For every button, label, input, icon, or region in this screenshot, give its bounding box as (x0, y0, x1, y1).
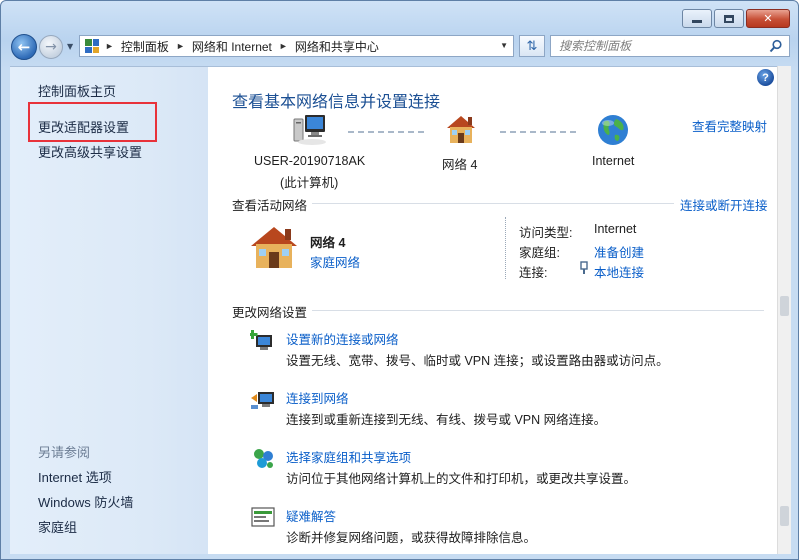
setup-connection-link[interactable]: 设置新的连接或网络 (286, 329, 399, 348)
chevron-right-icon: ► (105, 41, 114, 51)
chevron-right-icon: ► (278, 41, 288, 51)
house-icon (251, 227, 297, 268)
page-title: 查看基本网络信息并设置连接 (232, 94, 441, 111)
troubleshoot-link[interactable]: 疑难解答 (286, 506, 336, 525)
view-full-map-link[interactable]: 查看完整映射 (692, 116, 767, 135)
homegroup-sharing-desc: 访问位于其他网络计算机上的文件和打印机，或更改共享设置。 (286, 472, 637, 486)
active-network-name: 网络 4 (310, 236, 346, 250)
connect-to-network-desc: 连接到或重新连接到无线、有线、拨号或 VPN 网络连接。 (286, 413, 607, 427)
maximize-button[interactable] (714, 9, 744, 28)
homegroup-link[interactable]: 家庭组 (38, 517, 77, 536)
close-icon: ✕ (763, 12, 773, 25)
arrow-left-icon: ← (17, 38, 31, 56)
minimize-button[interactable] (682, 9, 712, 28)
section-divider (312, 203, 674, 204)
connect-network-icon (251, 392, 274, 409)
active-networks-header: 查看活动网络 (232, 199, 308, 213)
access-type-label: 访问类型: (519, 226, 573, 240)
recent-pages-dropdown[interactable]: ▼ (67, 42, 73, 51)
change-advanced-sharing-link[interactable]: 更改高级共享设置 (38, 142, 142, 161)
new-connection-icon (250, 330, 272, 350)
connection-line (500, 131, 576, 134)
breadcrumb-network-sharing-center[interactable]: 网络和共享中心 (295, 38, 379, 55)
homegroup-sharing-link[interactable]: 选择家庭组和共享选项 (286, 447, 411, 466)
homegroup-icon (254, 449, 273, 468)
ethernet-icon (580, 261, 588, 274)
troubleshoot-icon (251, 507, 275, 527)
search-box (550, 35, 790, 57)
back-button[interactable]: ← (11, 34, 37, 60)
connection-line (348, 131, 424, 134)
close-button[interactable]: ✕ (746, 9, 790, 28)
section-divider (312, 310, 764, 311)
address-bar[interactable]: ► 控制面板 ► 网络和 Internet ► 网络和共享中心 ▼ (79, 35, 514, 57)
chevron-right-icon: ► (175, 41, 185, 51)
vertical-scrollbar[interactable] (777, 66, 791, 554)
caption-buttons: ✕ (682, 9, 790, 28)
connect-to-network-link[interactable]: 连接到网络 (286, 388, 349, 407)
breadcrumb-network-internet[interactable]: 网络和 Internet (192, 38, 272, 55)
main-content: ? 查看基本网络信息并设置连接 USER-20190718AK (此计算机) 网… (208, 66, 777, 554)
change-settings-header: 更改网络设置 (232, 306, 308, 320)
network-type-link[interactable]: 家庭网络 (310, 252, 360, 271)
connections-label: 连接: (519, 266, 548, 280)
scrollbar-grip[interactable] (780, 296, 789, 316)
internet-options-link[interactable]: Internet 选项 (38, 467, 112, 486)
troubleshoot-desc: 诊断并修复网络问题，或获得故障排除信息。 (286, 531, 537, 545)
help-icon[interactable]: ? (757, 69, 774, 86)
change-adapter-settings-link[interactable]: 更改适配器设置 (38, 117, 129, 136)
search-icon[interactable] (769, 39, 783, 53)
minimize-icon (692, 20, 702, 23)
control-panel-icon (85, 39, 99, 53)
window-frame: ✕ ← → ▼ ► 控制面板 ► 网络和 Internet ► 网络和共享中心 … (0, 0, 799, 560)
computer-subtitle: (此计算机) (280, 176, 339, 190)
scrollbar-grip[interactable] (780, 506, 789, 526)
homegroup-ready-link[interactable]: 准备创建 (594, 242, 644, 261)
breadcrumb-control-panel[interactable]: 控制面板 (121, 38, 169, 55)
house-icon (447, 116, 475, 143)
access-type-value: Internet (594, 222, 637, 236)
refresh-icon: ⇅ (526, 38, 538, 54)
arrow-right-icon: → (45, 39, 57, 55)
search-input[interactable] (559, 39, 759, 53)
map-internet-label: Internet (592, 154, 635, 168)
connect-disconnect-link[interactable]: 连接或断开连接 (680, 195, 768, 214)
forward-button[interactable]: → (39, 35, 63, 59)
setup-connection-desc: 设置无线、宽带、拨号、临时或 VPN 连接；或设置路由器或访问点。 (286, 354, 669, 368)
homegroup-label: 家庭组: (519, 246, 560, 260)
computer-icon (293, 115, 326, 145)
see-also-header: 另请参阅 (38, 445, 91, 460)
control-panel-home-link[interactable]: 控制面板主页 (38, 81, 116, 100)
computer-name: USER-20190718AK (254, 154, 366, 168)
refresh-button[interactable]: ⇅ (519, 35, 545, 57)
vertical-divider (505, 217, 506, 279)
windows-firewall-link[interactable]: Windows 防火墙 (38, 492, 133, 511)
local-connection-link[interactable]: 本地连接 (594, 262, 644, 281)
map-network-name: 网络 4 (442, 158, 478, 172)
maximize-icon (724, 14, 734, 23)
task-pane: 控制面板主页 更改适配器设置 更改高级共享设置 另请参阅 Internet 选项… (10, 66, 208, 554)
chevron-down-icon[interactable]: ▼ (500, 41, 508, 50)
globe-icon (598, 115, 628, 145)
